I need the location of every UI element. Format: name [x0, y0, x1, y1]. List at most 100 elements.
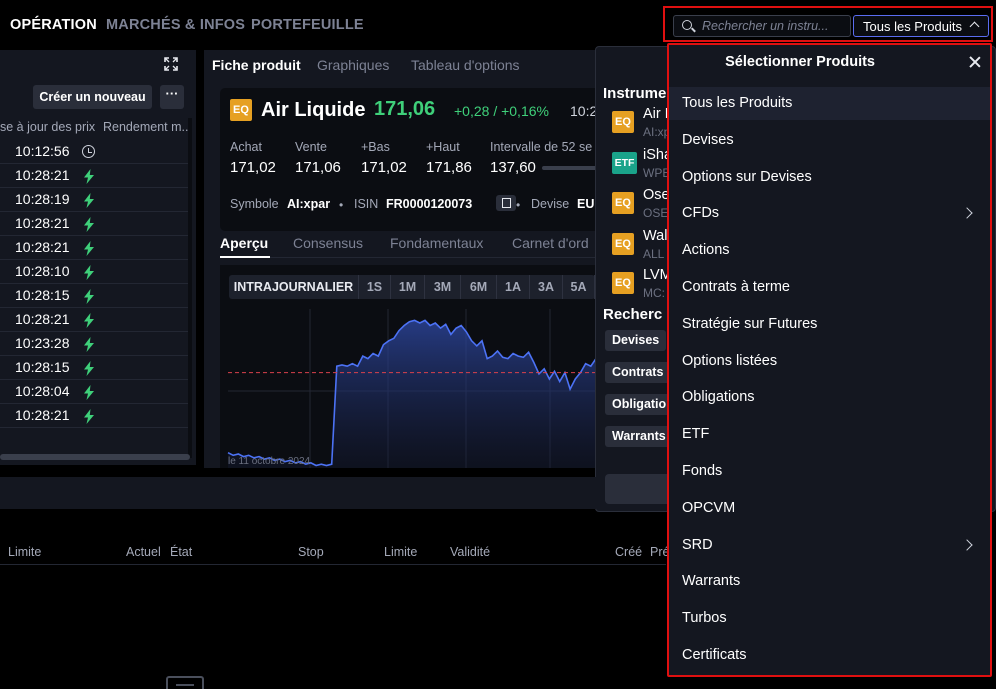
table-row[interactable]: 10:23:28: [0, 332, 188, 356]
period-5a[interactable]: 5A: [563, 275, 595, 299]
col-limite[interactable]: Limite: [8, 545, 41, 559]
subtab-consensus[interactable]: Consensus: [293, 235, 363, 251]
nav-marches-infos[interactable]: MARCHÉS & INFOS: [106, 17, 245, 33]
table-row[interactable]: 10:28:19: [0, 188, 188, 212]
col-yield[interactable]: Rendement m...: [103, 120, 192, 134]
close-icon[interactable]: [968, 55, 982, 69]
range-52w-bar: [542, 166, 602, 170]
period-1s[interactable]: 1S: [359, 275, 391, 299]
col-price-update[interactable]: se à jour des prix: [0, 120, 95, 134]
update-time: 10:28:21: [15, 239, 70, 255]
dropdown-item-etf[interactable]: ETF: [669, 418, 990, 451]
period-1a[interactable]: 1A: [497, 275, 530, 299]
period-3a[interactable]: 3A: [530, 275, 563, 299]
dropdown-item-options-sur-devises[interactable]: Options sur Devises: [669, 161, 990, 194]
dropdown-item-label: Actions: [682, 242, 730, 259]
chevron-right-icon: [961, 538, 973, 551]
dropdown-item-srd[interactable]: SRD: [669, 529, 990, 562]
equity-badge: EQ: [612, 272, 634, 294]
period-1m[interactable]: 1M: [391, 275, 425, 299]
more-options-button[interactable]: ···: [160, 85, 184, 109]
product-filter-select[interactable]: Tous les Produits: [853, 15, 989, 37]
horizontal-scrollbar[interactable]: [0, 454, 190, 460]
instrument-symbol: MC:: [643, 286, 665, 300]
table-row[interactable]: 10:28:10: [0, 260, 188, 284]
dropdown-item-certificats[interactable]: Certificats: [669, 639, 990, 672]
table-row[interactable]: 10:12:56: [0, 140, 188, 164]
dropdown-item-cfds[interactable]: CFDs: [669, 197, 990, 230]
dropdown-item-contrats-terme[interactable]: Contrats à terme: [669, 271, 990, 304]
dropdown-item-obligations[interactable]: Obligations: [669, 381, 990, 414]
empty-list-icon: [166, 676, 204, 689]
col-etat[interactable]: État: [170, 545, 192, 559]
update-time: 10:28:19: [15, 191, 70, 207]
update-time: 10:28:21: [15, 407, 70, 423]
search-box[interactable]: [673, 15, 851, 37]
dropdown-item-warrants[interactable]: Warrants: [669, 565, 990, 598]
dropdown-item-actions[interactable]: Actions: [669, 234, 990, 267]
product-filter-value: Tous les Produits: [863, 19, 962, 34]
table-row[interactable]: 10:28:04: [0, 380, 188, 404]
period-6m[interactable]: 6M: [461, 275, 497, 299]
table-row[interactable]: 10:28:15: [0, 284, 188, 308]
dropdown-item-label: SRD: [682, 536, 713, 553]
chart-date-label: le 11 octobre 2024: [228, 456, 311, 467]
col-stop[interactable]: Stop: [298, 545, 324, 559]
subtab-apercu[interactable]: Aperçu: [220, 235, 268, 251]
period-intraday[interactable]: INTRAJOURNALIER: [229, 275, 359, 299]
chip-devises[interactable]: Devises: [605, 330, 667, 351]
dropdown-item-label: Options listées: [682, 352, 778, 369]
quote-value-52w: 137,60: [490, 159, 536, 176]
dropdown-item-opcvm[interactable]: OPCVM: [669, 492, 990, 525]
chart-area-fill: [228, 320, 596, 468]
bolt-icon: [84, 409, 94, 424]
dropdown-item-label: CFDs: [682, 205, 720, 222]
table-row[interactable]: 10:28:21: [0, 236, 188, 260]
subtab-carnet-ordres[interactable]: Carnet d'ord: [512, 235, 589, 251]
product-card: EQ Air Liquide 171,06 +0,28 / +0,16% 10:…: [220, 88, 602, 231]
dropdown-item-options-list-es[interactable]: Options listées: [669, 345, 990, 378]
nav-operation[interactable]: OPÉRATION: [10, 17, 97, 33]
search-panel-button[interactable]: [605, 474, 675, 504]
update-time: 10:28:21: [15, 167, 70, 183]
table-row[interactable]: 10:28:21: [0, 308, 188, 332]
dropdown-item-turbos[interactable]: Turbos: [669, 602, 990, 635]
table-row[interactable]: 10:28:21: [0, 212, 188, 236]
symbol-label: Symbole: [230, 197, 279, 211]
dropdown-item-fonds[interactable]: Fonds: [669, 455, 990, 488]
search-area: Tous les Produits: [663, 6, 993, 42]
col-actuel[interactable]: Actuel: [126, 545, 161, 559]
tab-graphiques[interactable]: Graphiques: [317, 57, 389, 73]
quote-label-vente: Vente: [295, 140, 327, 154]
equity-badge: EQ: [612, 192, 634, 214]
product-panel: Fiche produit Graphiques Tableau d'optio…: [204, 50, 602, 468]
chip-warrants[interactable]: Warrants: [605, 426, 673, 447]
period-3m[interactable]: 3M: [425, 275, 461, 299]
table-row[interactable]: 10:28:21: [0, 164, 188, 188]
dropdown-item-tous-les-produits[interactable]: Tous les Produits: [669, 87, 990, 120]
equity-badge: EQ: [230, 99, 252, 121]
nav-portefeuille[interactable]: PORTEFEUILLE: [251, 17, 364, 33]
col-limite-2[interactable]: Limite: [384, 545, 417, 559]
search-input[interactable]: [702, 18, 847, 34]
subtab-divider: [220, 257, 596, 258]
table-row[interactable]: 10:28:21: [0, 404, 188, 428]
create-new-button[interactable]: Créer un nouveau: [33, 85, 152, 109]
price-chart[interactable]: INTRAJOURNALIER 1S 1M 3M 6M 1A 3A 5A le …: [220, 265, 596, 468]
orders-toolbar: [0, 477, 596, 509]
quote-value-vente: 171,06: [295, 159, 341, 176]
tab-tableau-options[interactable]: Tableau d'options: [411, 57, 520, 73]
copy-icon[interactable]: [496, 195, 516, 211]
col-validite[interactable]: Validité: [450, 545, 490, 559]
dropdown-item-strat-gie-sur-futures[interactable]: Stratégie sur Futures: [669, 308, 990, 341]
period-selector: INTRAJOURNALIER 1S 1M 3M 6M 1A 3A 5A: [229, 275, 595, 299]
expand-icon[interactable]: [164, 57, 178, 71]
separator-dot: •: [339, 198, 344, 212]
dropdown-item-devises[interactable]: Devises: [669, 124, 990, 157]
tab-fiche-produit[interactable]: Fiche produit: [212, 57, 301, 73]
table-row[interactable]: 10:28:15: [0, 356, 188, 380]
orders-header-divider: [0, 564, 666, 565]
col-cree[interactable]: Créé: [615, 545, 642, 559]
vertical-scrollbar[interactable]: [188, 118, 192, 458]
subtab-fondamentaux[interactable]: Fondamentaux: [390, 235, 483, 251]
